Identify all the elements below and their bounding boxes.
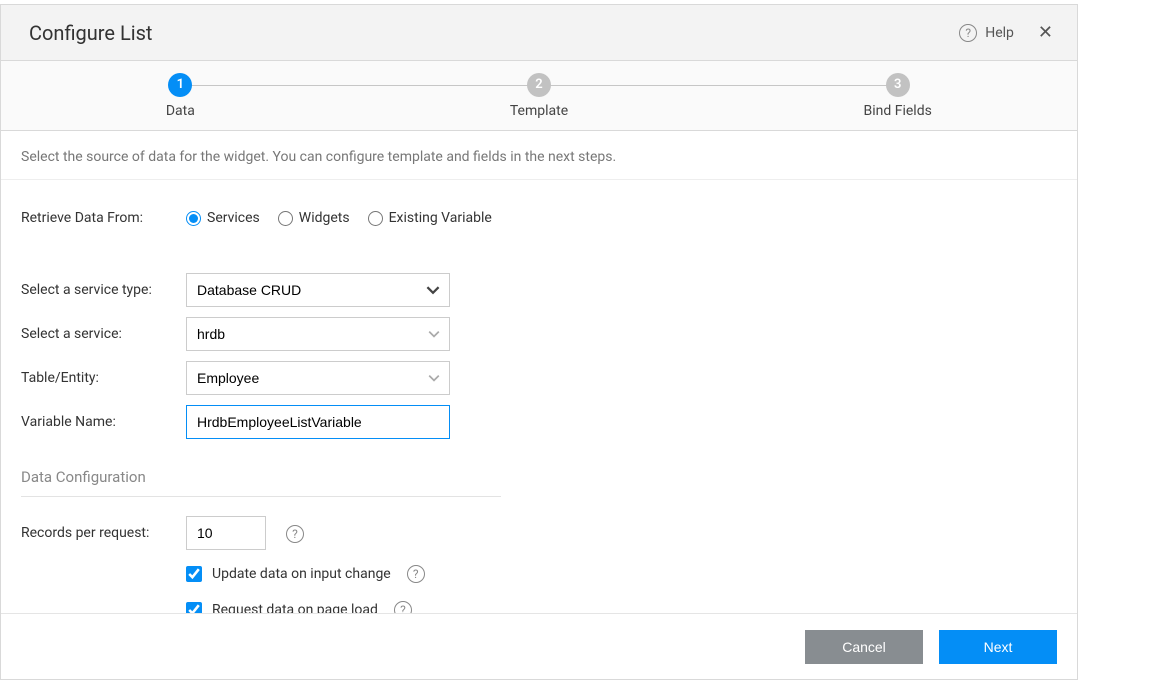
step-bind-fields[interactable]: 3 Bind Fields <box>718 61 1077 130</box>
stepper: 1 Data 2 Template 3 Bind Fields <box>1 61 1077 131</box>
retrieve-radio-group: Services Widgets Existing Variable <box>186 210 492 226</box>
step-label: Data <box>166 103 195 119</box>
info-icon: ? <box>394 601 412 613</box>
service-type-select-wrap <box>186 273 450 307</box>
service-select[interactable] <box>186 317 450 351</box>
table-select-wrap <box>186 361 450 395</box>
help-icon: ? <box>959 24 977 42</box>
info-icon: ? <box>407 565 425 583</box>
step-data[interactable]: 1 Data <box>1 61 360 130</box>
step-label: Template <box>510 103 568 119</box>
dialog-title: Configure List <box>29 21 959 45</box>
row-retrieve-from: Retrieve Data From: Services Widgets Exi… <box>21 196 1057 240</box>
row-update-on-input-change: Update data on input change ? <box>186 555 1057 591</box>
row-service: Select a service: <box>21 312 1057 356</box>
radio-services[interactable]: Services <box>186 210 260 226</box>
request-on-page-load-label: Request data on page load <box>212 602 378 613</box>
radio-widgets[interactable]: Widgets <box>278 210 350 226</box>
help-button[interactable]: ? Help <box>959 24 1014 42</box>
records-per-request-input[interactable] <box>186 516 266 550</box>
label-retrieve-from: Retrieve Data From: <box>21 210 186 226</box>
records-info-button[interactable]: ? <box>286 523 304 543</box>
step-number: 1 <box>168 73 192 97</box>
label-service-type: Select a service type: <box>21 282 186 298</box>
radio-existing-label: Existing Variable <box>389 210 492 226</box>
request-info-button[interactable]: ? <box>394 601 412 613</box>
radio-services-label: Services <box>207 210 260 226</box>
step-number: 3 <box>886 73 910 97</box>
form-area: Retrieve Data From: Services Widgets Exi… <box>1 180 1077 613</box>
next-button[interactable]: Next <box>939 630 1057 664</box>
variable-name-input[interactable] <box>186 405 450 439</box>
close-button[interactable]: ✕ <box>1038 22 1053 43</box>
table-entity-select[interactable] <box>186 361 450 395</box>
dialog-footer: Cancel Next <box>1 613 1077 679</box>
section-data-configuration: Data Configuration <box>21 468 501 497</box>
update-on-input-change-label: Update data on input change <box>212 566 391 582</box>
label-variable-name: Variable Name: <box>21 414 186 430</box>
radio-existing-variable[interactable]: Existing Variable <box>368 210 492 226</box>
label-table-entity: Table/Entity: <box>21 370 186 386</box>
configure-list-dialog: Configure List ? Help ✕ 1 Data 2 Templat… <box>0 4 1078 680</box>
row-variable-name: Variable Name: <box>21 400 1057 444</box>
row-request-on-page-load: Request data on page load ? <box>186 591 1057 613</box>
radio-widgets-label: Widgets <box>299 210 350 226</box>
update-info-button[interactable]: ? <box>407 565 425 583</box>
info-icon: ? <box>286 525 304 543</box>
request-on-page-load-checkbox[interactable] <box>186 602 202 613</box>
label-service: Select a service: <box>21 326 186 342</box>
service-select-wrap <box>186 317 450 351</box>
step-label: Bind Fields <box>864 103 932 119</box>
help-label: Help <box>985 25 1014 41</box>
radio-services-input[interactable] <box>186 211 201 226</box>
step-number: 2 <box>527 73 551 97</box>
cancel-button[interactable]: Cancel <box>805 630 923 664</box>
row-service-type: Select a service type: <box>21 268 1057 312</box>
label-records-per-request: Records per request: <box>21 525 186 541</box>
dialog-body[interactable]: Select the source of data for the widget… <box>1 131 1077 613</box>
row-records-per-request: Records per request: ? <box>21 511 1057 555</box>
radio-existing-input[interactable] <box>368 211 383 226</box>
service-type-select[interactable] <box>186 273 450 307</box>
row-table-entity: Table/Entity: <box>21 356 1057 400</box>
hint-text: Select the source of data for the widget… <box>1 131 1077 180</box>
dialog-header: Configure List ? Help ✕ <box>1 5 1077 61</box>
update-on-input-change-checkbox[interactable] <box>186 566 202 582</box>
step-template[interactable]: 2 Template <box>360 61 719 130</box>
close-icon: ✕ <box>1038 22 1053 43</box>
radio-widgets-input[interactable] <box>278 211 293 226</box>
